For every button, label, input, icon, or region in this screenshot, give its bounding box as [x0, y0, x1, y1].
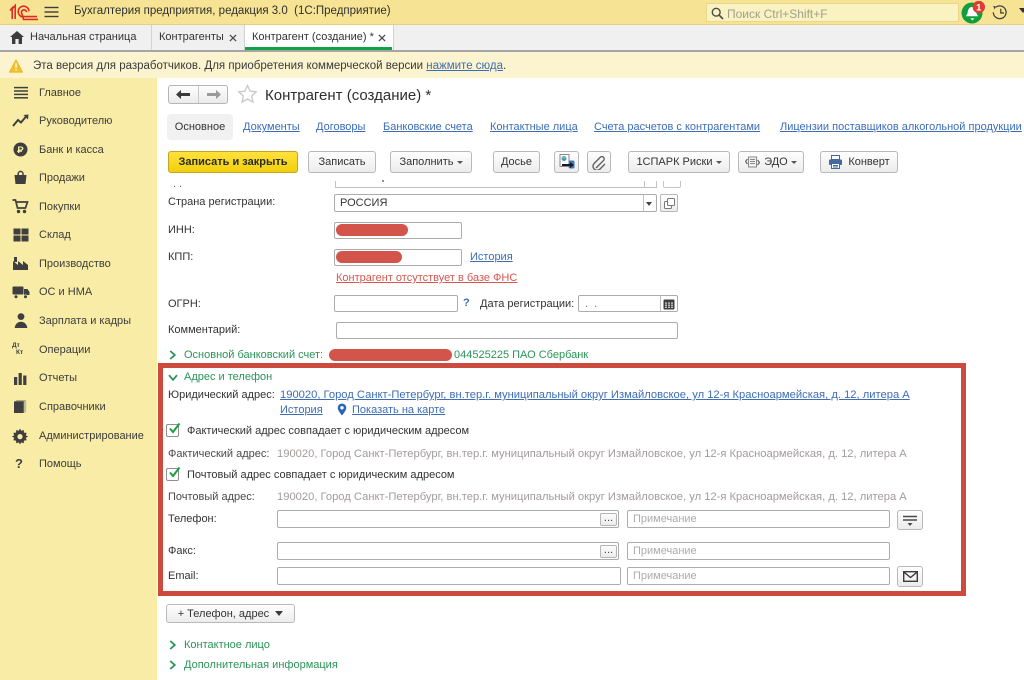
svg-text:1: 1 [976, 2, 982, 13]
svg-text:Р: Р [17, 145, 24, 156]
